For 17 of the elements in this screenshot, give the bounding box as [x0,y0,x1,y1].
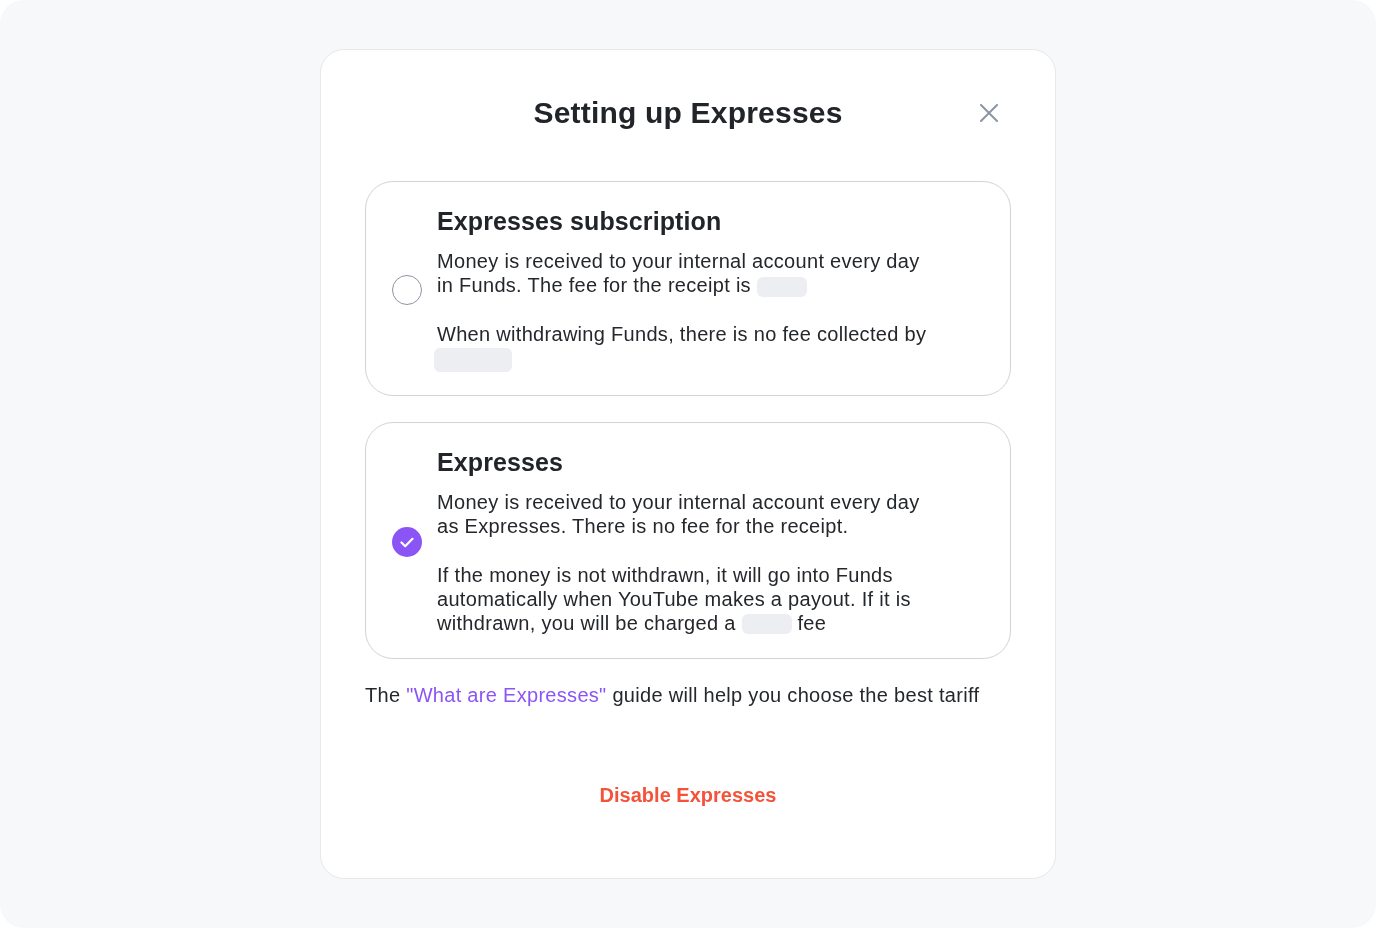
close-icon [980,104,998,122]
close-button[interactable] [980,104,998,122]
dialog-title: Setting up Expresses [533,95,843,131]
guide-link[interactable]: "What are Expresses" [406,683,607,706]
option-description: When withdrawing Funds, there is no fee collected by [437,322,937,372]
disable-button[interactable]: Disable Expresses [599,782,777,807]
option-description: Money is received to your internal account every day as Expresses. There is no fee for the receipt. [437,489,921,538]
option-title: Expresses subscription [437,206,723,237]
option-card[interactable] [365,421,1011,659]
option-description: If the money is not withdrawn, it will go into Funds automatically when YouTube makes a payout. If it is withdrawn, you will be charged a fee [437,562,912,635]
radio-button[interactable] [392,527,422,558]
option-title: Expresses [437,446,564,478]
check-icon [400,536,414,548]
option-card[interactable]: Expresses subscription Money is received to your internal account every day in Funds. The fee for the receipt is When withdrawing Funds, there is no fee collected by [365,181,1011,396]
option-description: Money is received to your internal account every day in Funds. The fee for the receipt is [437,249,921,297]
guide-note: The "What are Expresses" guide will help you choose the best tariff [365,682,981,707]
radio-button[interactable] [392,275,422,306]
